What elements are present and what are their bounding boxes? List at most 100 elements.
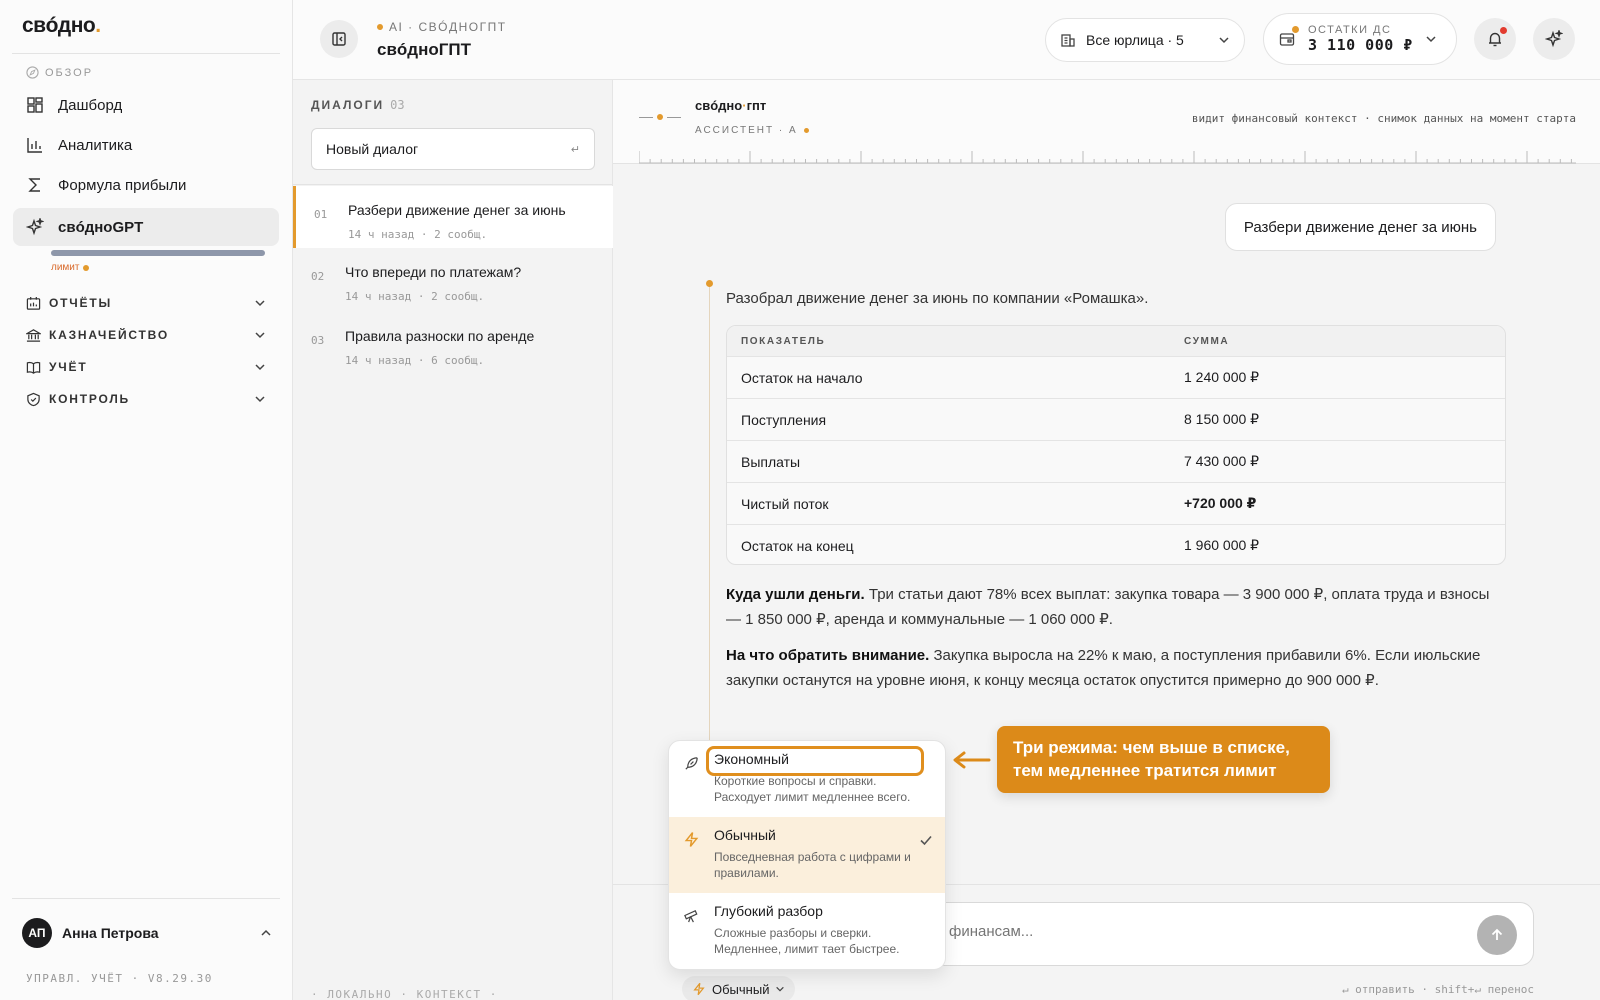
sidebar-group-reports[interactable]: ОТЧЁТЫ xyxy=(26,292,266,314)
table-row: Поступления 8 150 000 ₽ xyxy=(727,398,1505,440)
context-note: видит финансовый контекст · снимок данны… xyxy=(1191,112,1576,125)
sidebar-item-label: Аналитика xyxy=(58,136,133,154)
answer-marker-icon xyxy=(706,280,713,287)
chevron-down-icon[interactable] xyxy=(254,297,266,309)
dialog-item[interactable]: 02 Что впереди по платежам? 14 ч назад ·… xyxy=(293,248,613,310)
sidebar-item-profit-formula[interactable]: Формула прибыли xyxy=(13,166,279,204)
answer-intro: Разобрал движение денег за июнь по компа… xyxy=(726,290,1149,307)
sigma-icon xyxy=(28,178,40,192)
sidebar-item-gpt[interactable]: свóдноGPT xyxy=(13,208,279,246)
cash-balance-widget[interactable]: ОСТАТКИ ДС 3 110 000 ₽ xyxy=(1263,13,1457,65)
dialogs-divider xyxy=(293,184,612,185)
telescope-icon xyxy=(684,909,698,923)
dialogs-heading: ДИАЛОГИ 03 xyxy=(311,98,405,112)
chevron-down-icon[interactable] xyxy=(254,329,266,341)
sidebar-divider xyxy=(12,898,280,899)
dialogs-footer: · ЛОКАЛЬНО · КОНТЕКСТ · xyxy=(311,988,498,1000)
sparkles-icon xyxy=(26,218,44,236)
notification-badge xyxy=(1500,27,1507,34)
table-header: ПОКАЗАТЕЛЬ СУММА xyxy=(727,326,1505,356)
mode-selector[interactable]: Обычный xyxy=(682,976,796,1000)
table-row: Остаток на начало 1 240 000 ₽ xyxy=(727,356,1505,398)
page-title: свóдноГПТ xyxy=(377,40,471,59)
sidebar-divider xyxy=(12,53,280,54)
callout-arrow-icon xyxy=(953,751,991,769)
mode-option-economy[interactable]: Экономный Короткие вопросы и справки. Ра… xyxy=(669,741,945,817)
shield-icon xyxy=(27,392,40,406)
ai-assistant-button[interactable] xyxy=(1533,18,1575,60)
feather-icon xyxy=(685,757,698,770)
collapse-sidebar-button[interactable] xyxy=(320,20,358,58)
chevron-down-icon xyxy=(776,986,785,992)
breadcrumb: AI · СВÓДНОГПТ xyxy=(377,20,507,34)
assistant-role: АССИСТЕНТ · А xyxy=(695,125,809,136)
sidebar-group-accounting[interactable]: УЧЁТ xyxy=(26,356,266,378)
assistant-name: свóдно·гпт xyxy=(695,98,767,113)
sidebar-item-dashboard[interactable]: Дашборд xyxy=(13,86,279,124)
grid-icon xyxy=(27,97,43,113)
ruler-decoration xyxy=(639,151,1576,164)
building-icon xyxy=(1061,34,1075,47)
mode-option-deep[interactable]: Глубокий разбор Сложные разборы и сверки… xyxy=(669,893,945,969)
user-menu[interactable]: АП Анна Петрова xyxy=(22,918,272,948)
answer-paragraph: На что обратить внимание. Закупка выросл… xyxy=(726,647,1481,689)
cashflow-table: ПОКАЗАТЕЛЬ СУММА Остаток на начало 1 240 … xyxy=(726,325,1506,565)
sidebar-collapse-icon xyxy=(332,32,346,46)
assistant-mark-icon xyxy=(639,114,681,120)
avatar: АП xyxy=(22,918,52,948)
arrow-up-icon xyxy=(1491,928,1503,940)
chevron-up-icon[interactable] xyxy=(260,927,272,939)
section-overview: ОБЗОР xyxy=(26,66,93,79)
enter-key-icon: ↵ xyxy=(570,143,580,156)
message-composer[interactable] xyxy=(930,902,1534,966)
compass-icon xyxy=(26,66,39,79)
send-button[interactable] xyxy=(1477,915,1517,955)
sidebar: свóдно. ОБЗОР Дашборд Аналитика Формула … xyxy=(0,0,293,1000)
notifications-button[interactable] xyxy=(1474,18,1516,60)
balance-label: ОСТАТКИ ДС xyxy=(1308,24,1392,36)
bank-icon xyxy=(26,328,41,342)
chevron-down-icon xyxy=(1426,36,1436,43)
sidebar-item-label: Дашборд xyxy=(58,96,123,114)
table-row: Чистый поток +720 000 ₽ xyxy=(727,482,1505,524)
sidebar-item-label: Формула прибыли xyxy=(58,176,187,194)
calendar-chart-icon xyxy=(26,296,41,310)
chevron-down-icon[interactable] xyxy=(254,361,266,373)
app-version: УПРАВЛ. УЧЁТ · V8.29.30 xyxy=(26,972,213,985)
wallet-icon xyxy=(1278,26,1299,48)
sidebar-item-analytics[interactable]: Аналитика xyxy=(13,126,279,164)
table-row: Выплаты 7 430 000 ₽ xyxy=(727,440,1505,482)
top-bar: AI · СВÓДНОГПТ свóдноГПТ Все юрлица · 5 … xyxy=(293,0,1600,80)
user-message: Разбери движение денег за июнь xyxy=(1224,203,1496,251)
keyboard-hint: ↵ отправить · shift+↵ перенос xyxy=(1341,983,1534,996)
entities-select[interactable]: Все юрлица · 5 xyxy=(1045,18,1245,62)
status-dot-icon xyxy=(377,24,383,30)
app-logo[interactable]: свóдно. xyxy=(22,14,101,38)
chevron-down-icon[interactable] xyxy=(254,393,266,405)
table-row: Остаток на конец 1 960 000 ₽ xyxy=(727,524,1505,564)
answer-paragraph: Куда ушли деньги. Три статьи дают 78% вс… xyxy=(726,586,1490,628)
chevron-down-icon xyxy=(1219,37,1229,44)
book-icon xyxy=(26,361,41,374)
answer-rail xyxy=(709,286,710,766)
dialog-item[interactable]: 03 Правила разноски по аренде 14 ч назад… xyxy=(293,312,613,374)
lightning-icon xyxy=(693,982,705,996)
user-name: Анна Петрова xyxy=(62,925,159,941)
limit-progress-bar xyxy=(51,250,265,256)
mode-option-regular[interactable]: Обычный Повседневная работа с цифрами и … xyxy=(669,817,945,893)
entities-label: Все юрлица · 5 xyxy=(1086,32,1184,48)
dialog-item[interactable]: 01 Разбери движение денег за июнь 14 ч н… xyxy=(293,186,613,248)
limit-dot-icon xyxy=(83,264,90,271)
sparkles-icon xyxy=(1545,30,1563,48)
mode-menu: Экономный Короткие вопросы и справки. Ра… xyxy=(668,740,946,970)
sidebar-group-treasury[interactable]: КАЗНАЧЕЙСТВО xyxy=(26,324,266,346)
annotation-callout: Три режима: чем выше в списке, тем медле… xyxy=(997,726,1330,793)
check-icon xyxy=(920,835,932,846)
message-input[interactable] xyxy=(949,923,1449,940)
dialogs-panel: ДИАЛОГИ 03 Новый диалог ↵ 01 Разбери движ… xyxy=(293,80,613,1000)
balance-value: 3 110 000 ₽ xyxy=(1308,36,1413,54)
chat-header: свóдно·гпт АССИСТЕНТ · А видит финансовы… xyxy=(613,80,1600,164)
new-dialog-button[interactable]: Новый диалог ↵ xyxy=(311,128,595,170)
bar-chart-icon xyxy=(27,138,42,153)
sidebar-group-control[interactable]: КОНТРОЛЬ xyxy=(26,388,266,410)
